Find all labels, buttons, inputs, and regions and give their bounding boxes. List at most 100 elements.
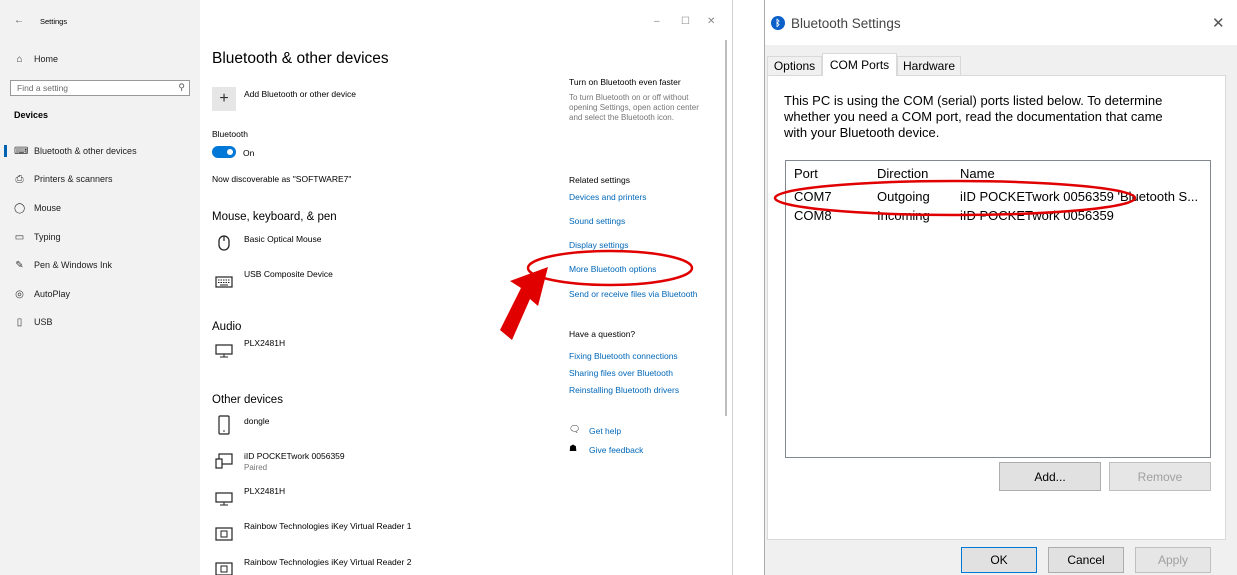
sidebar-item-autoplay[interactable]: ◎ AutoPlay: [14, 287, 70, 301]
device-name[interactable]: dongle: [244, 416, 270, 426]
link-give-feedback[interactable]: Give feedback: [589, 445, 643, 455]
device-name[interactable]: Basic Optical Mouse: [244, 234, 321, 244]
column-header-name[interactable]: Name: [960, 166, 995, 181]
link-more-bluetooth-options[interactable]: More Bluetooth options: [569, 264, 656, 274]
bluetooth-devices-icon: ⌨: [14, 145, 29, 157]
audio-section-title: Audio: [212, 321, 242, 333]
sidebar-item-bluetooth[interactable]: ⌨ Bluetooth & other devices: [14, 144, 137, 158]
scrollbar[interactable]: [725, 40, 727, 416]
sidebar-item-typing[interactable]: ▭ Typing: [14, 230, 61, 244]
add-device-label[interactable]: Add Bluetooth or other device: [244, 89, 356, 99]
sidebar-item-printers[interactable]: ⎙ Printers & scanners: [14, 172, 113, 186]
settings-sidebar: ← Settings ⌂ Home Find a setting ⚲ Devic…: [0, 0, 200, 575]
table-row[interactable]: COM7 Outgoing iID POCKETwork 0056359 'Bl…: [786, 187, 1210, 205]
plus-icon: +: [219, 90, 229, 107]
link-sound-settings[interactable]: Sound settings: [569, 216, 625, 226]
home-icon: ⌂: [16, 53, 23, 65]
apply-button-label: Apply: [1157, 553, 1189, 567]
com-ports-description: This PC is using the COM (serial) ports …: [784, 93, 1163, 140]
link-sharing-files[interactable]: Sharing files over Bluetooth: [569, 368, 673, 378]
link-reinstalling-drivers[interactable]: Reinstalling Bluetooth drivers: [569, 385, 679, 395]
window-title: Settings: [40, 17, 68, 26]
column-header-direction[interactable]: Direction: [877, 166, 928, 181]
toggle-state-label: On: [243, 148, 255, 158]
phone-icon: [214, 415, 234, 435]
cell-port: COM8: [794, 208, 832, 223]
faster-title: Turn on Bluetooth even faster: [569, 77, 681, 87]
sidebar-item-label: Mouse: [34, 203, 62, 213]
link-fixing-bluetooth[interactable]: Fixing Bluetooth connections: [569, 351, 678, 361]
cell-direction: Outgoing: [877, 189, 930, 204]
feedback-icon: ☗: [569, 443, 578, 453]
keyboard-icon: [214, 273, 234, 291]
sidebar-item-usb[interactable]: ▯ USB: [14, 315, 53, 329]
selection-indicator: [4, 145, 7, 157]
question-title: Have a question?: [569, 329, 636, 339]
link-display-settings[interactable]: Display settings: [569, 240, 629, 250]
tab-options[interactable]: Options: [767, 56, 822, 75]
mouse-icon: ◯: [14, 202, 26, 214]
printer-icon: ⎙: [15, 173, 24, 185]
link-send-receive-files[interactable]: Send or receive files via Bluetooth: [569, 289, 698, 299]
com-ports-panel: This PC is using the COM (serial) ports …: [767, 75, 1226, 540]
mouse-section-title: Mouse, keyboard, & pen: [212, 211, 337, 223]
sidebar-item-label: Pen & Windows Ink: [34, 260, 113, 270]
close-button[interactable]: ✕: [707, 16, 715, 27]
cancel-button[interactable]: Cancel: [1048, 547, 1124, 573]
sidebar-item-mouse[interactable]: ◯ Mouse: [14, 201, 61, 215]
maximize-button[interactable]: ☐: [681, 16, 690, 27]
link-get-help[interactable]: Get help: [589, 426, 621, 436]
remove-button-label: Remove: [1137, 469, 1183, 484]
sidebar-home[interactable]: ⌂ Home: [14, 52, 58, 66]
column-header-port[interactable]: Port: [794, 166, 818, 181]
bluetooth-settings-dialog: ᛒ Bluetooth Settings ✕ Options COM Ports…: [764, 0, 1237, 575]
tab-hardware[interactable]: Hardware: [897, 56, 961, 75]
sidebar-item-label: USB: [34, 317, 53, 327]
sidebar-item-label: Bluetooth & other devices: [34, 146, 137, 156]
discoverable-text: Now discoverable as "SOFTWARE7": [212, 174, 352, 184]
cell-name: iID POCKETwork 0056359 'Bluetooth S...: [960, 189, 1199, 204]
link-devices-printers[interactable]: Devices and printers: [569, 192, 646, 202]
dialog-title: Bluetooth Settings: [791, 16, 901, 31]
reader-icon: [214, 525, 234, 543]
device-name[interactable]: USB Composite Device: [244, 269, 333, 279]
pen-icon: ✎: [15, 259, 24, 271]
add-button-label: Add...: [1034, 469, 1066, 484]
apply-button[interactable]: Apply: [1135, 547, 1211, 573]
cancel-button-label: Cancel: [1067, 553, 1105, 567]
device-name[interactable]: PLX2481H: [244, 486, 285, 496]
device-name[interactable]: PLX2481H: [244, 338, 285, 348]
device-name[interactable]: iID POCKETwork 0056359: [244, 451, 345, 461]
sidebar-home-label: Home: [34, 54, 59, 64]
search-input[interactable]: Find a setting ⚲: [10, 80, 190, 96]
cell-direction: Incoming: [877, 208, 930, 223]
settings-window: ← Settings ⌂ Home Find a setting ⚲ Devic…: [0, 0, 733, 575]
device-icon: [214, 452, 234, 470]
table-row[interactable]: COM8 Incoming iID POCKETwork 0056359: [786, 206, 1210, 224]
device-status: Paired: [244, 463, 268, 472]
help-icon: 🗨: [569, 424, 581, 434]
back-arrow-icon[interactable]: ←: [14, 15, 24, 26]
device-name[interactable]: Rainbow Technologies iKey Virtual Reader…: [244, 557, 411, 567]
monitor-icon: [214, 342, 234, 360]
sidebar-section-title: Devices: [14, 110, 49, 120]
bluetooth-toggle[interactable]: [212, 146, 236, 158]
sidebar-item-label: Printers & scanners: [34, 174, 113, 184]
add-button[interactable]: Add...: [999, 462, 1101, 491]
device-name[interactable]: Rainbow Technologies iKey Virtual Reader…: [244, 521, 411, 531]
bluetooth-icon: ᛒ: [771, 16, 785, 30]
reader-icon: [214, 560, 234, 575]
sidebar-item-label: Typing: [34, 232, 61, 242]
ok-button[interactable]: OK: [961, 547, 1037, 573]
mouse-icon: [214, 234, 234, 252]
com-port-list[interactable]: Port Direction Name COM7 Outgoing iID PO…: [785, 160, 1211, 458]
sidebar-item-pen[interactable]: ✎ Pen & Windows Ink: [14, 258, 112, 272]
dialog-close-button[interactable]: ✕: [1212, 14, 1225, 32]
add-device-button[interactable]: +: [212, 87, 236, 111]
tab-com-ports[interactable]: COM Ports: [822, 53, 897, 76]
keyboard-icon: ▭: [14, 231, 25, 243]
minimize-button[interactable]: –: [654, 16, 660, 27]
remove-button[interactable]: Remove: [1109, 462, 1211, 491]
bluetooth-label: Bluetooth: [212, 129, 248, 139]
monitor-icon: [214, 490, 234, 508]
